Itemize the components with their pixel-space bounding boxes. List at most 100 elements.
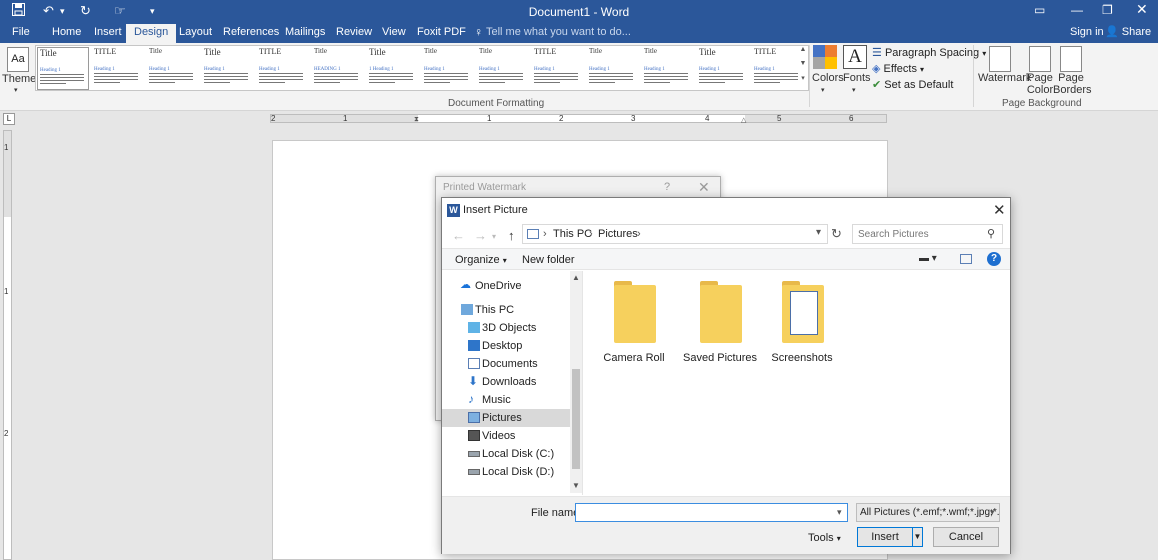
gallery-more-icon[interactable]: ▾ [797, 74, 809, 88]
cancel-button[interactable]: Cancel [933, 527, 999, 547]
style-set-thumbnail[interactable]: Title Heading 1 [202, 47, 254, 90]
nav-item-pictures[interactable]: Pictures [442, 409, 570, 427]
tab-selector[interactable]: L [3, 113, 15, 125]
nav-item-videos[interactable]: Videos [442, 427, 570, 445]
nav-item-3d-objects[interactable]: 3D Objects [442, 319, 570, 337]
style-set-thumbnail[interactable]: TITLE Heading 1 [532, 47, 584, 90]
close-icon[interactable]: ✕ [993, 201, 1006, 219]
tab-insert[interactable]: Insert [94, 26, 122, 38]
chevron-down-icon[interactable]: ▾ [837, 507, 842, 518]
navigation-scrollbar[interactable]: ▲ ▼ [570, 271, 582, 493]
nav-item-downloads[interactable]: ⬇ Downloads [442, 373, 570, 391]
colors-dropdown-icon[interactable]: ▾ [821, 86, 825, 94]
folder-saved-pictures[interactable]: Saved Pictures [678, 281, 762, 375]
scroll-down-icon[interactable]: ▼ [572, 481, 580, 490]
themes-dropdown-icon[interactable]: ▾ [14, 86, 18, 94]
insert-dropdown-icon[interactable]: ▼ [912, 528, 922, 546]
nav-item-music[interactable]: ♪ Music [442, 391, 570, 409]
tab-view[interactable]: View [382, 26, 406, 38]
file-type-select[interactable]: All Pictures (*.emf;*.wmf;*.jpg;*.j ▾ [856, 503, 1000, 522]
page-borders-button[interactable]: Page Borders [1053, 72, 1092, 96]
nav-item-local-disk-d[interactable]: Local Disk (D:) [442, 463, 570, 481]
fonts-button[interactable]: Fonts [843, 72, 871, 84]
tab-mailings[interactable]: Mailings [285, 26, 325, 38]
close-icon[interactable]: ✕ [698, 179, 710, 196]
style-set-thumbnail[interactable]: Title Heading 1 [422, 47, 474, 90]
nav-item-local-disk-c[interactable]: Local Disk (C:) [442, 445, 570, 463]
tell-me-box[interactable]: Tell me what you want to do... [486, 26, 631, 38]
nav-item-onedrive[interactable]: ☁ OneDrive [442, 277, 570, 295]
minimize-icon[interactable]: — [1071, 3, 1083, 17]
preview-pane-icon[interactable] [960, 254, 972, 264]
effects-button[interactable]: ◈ Effects ▾ [872, 62, 924, 75]
style-set-thumbnail[interactable]: Title Heading 1 [477, 47, 529, 90]
gallery-up-icon[interactable]: ▲ [797, 46, 809, 60]
nav-item-desktop[interactable]: Desktop [442, 337, 570, 355]
style-set-thumbnail[interactable]: Title 1 Heading 1 [367, 47, 419, 90]
tab-review[interactable]: Review [336, 26, 372, 38]
back-arrow-icon[interactable]: ← [452, 228, 465, 243]
fonts-dropdown-icon[interactable]: ▾ [852, 86, 856, 94]
style-set-thumbnail[interactable]: Title Heading 1 [37, 47, 89, 90]
folder-screenshots[interactable]: Screenshots [760, 281, 844, 375]
folder-camera-roll[interactable]: Camera Roll [592, 281, 676, 375]
set-as-default-button[interactable]: ✔ Set as Default [872, 78, 953, 91]
tab-foxit-pdf[interactable]: Foxit PDF [417, 26, 466, 38]
organize-button[interactable]: Organize ▾ [455, 254, 507, 266]
chevron-right-icon[interactable]: › [637, 228, 641, 240]
style-set-thumbnail[interactable]: TITLE Heading 1 [257, 47, 309, 90]
watermark-icon[interactable] [989, 46, 1011, 72]
share-button[interactable]: 👤 Share [1105, 25, 1151, 38]
insert-button[interactable]: Insert ▼ [857, 527, 923, 547]
tab-layout[interactable]: Layout [179, 26, 212, 38]
style-set-thumbnail[interactable]: Title Heading 1 [587, 47, 639, 90]
search-icon[interactable]: ⚲ [987, 227, 995, 240]
colors-button[interactable]: Colors [812, 72, 844, 84]
up-arrow-icon[interactable]: ↑ [508, 228, 515, 243]
change-view-icon[interactable]: ▬ ▾ [919, 253, 941, 265]
help-icon[interactable]: ? [664, 181, 670, 193]
style-set-thumbnail[interactable]: Title Heading 1 [697, 47, 749, 90]
recent-locations-icon[interactable]: ▾ [492, 232, 496, 241]
file-name-field[interactable] [575, 503, 848, 522]
right-indent-marker-icon[interactable]: △ [741, 116, 746, 124]
style-set-thumbnail[interactable]: Title Heading 1 [147, 47, 199, 90]
scroll-thumb[interactable] [572, 369, 580, 469]
colors-icon[interactable] [813, 45, 837, 69]
vertical-ruler[interactable]: 1 1 2 [3, 130, 12, 560]
ribbon-display-icon[interactable]: ▭ [1034, 3, 1045, 17]
chevron-down-icon[interactable]: ▾ [816, 227, 821, 238]
paragraph-spacing-button[interactable]: ☰ Paragraph Spacing ▾ [872, 46, 986, 59]
breadcrumb-this-pc[interactable]: This PC [553, 228, 592, 240]
help-icon[interactable]: ? [987, 252, 1001, 266]
tab-home[interactable]: Home [52, 26, 81, 38]
page-color-icon[interactable] [1029, 46, 1051, 72]
nav-item-documents[interactable]: Documents [442, 355, 570, 373]
new-folder-button[interactable]: New folder [522, 254, 575, 266]
tab-design[interactable]: Design [126, 24, 177, 43]
breadcrumb-pictures[interactable]: Pictures [598, 228, 638, 240]
fonts-icon[interactable]: A [843, 45, 867, 69]
nav-item-this-pc[interactable]: This PC [442, 301, 570, 319]
style-set-thumbnail[interactable]: Title Heading 1 [642, 47, 694, 90]
gallery-down-icon[interactable]: ▼ [797, 60, 809, 74]
horizontal-ruler[interactable]: 2 1 1 2 3 4 5 6 ⧗ △ [270, 114, 887, 124]
tools-button[interactable]: Tools ▾ [808, 532, 841, 544]
address-bar[interactable]: › This PC › Pictures › ▾ [522, 224, 828, 244]
tab-file[interactable]: File [12, 26, 30, 38]
chevron-right-icon[interactable]: › [589, 228, 593, 240]
page-borders-icon[interactable] [1060, 46, 1082, 72]
refresh-icon[interactable]: ↻ [831, 226, 842, 242]
tab-references[interactable]: References [223, 26, 279, 38]
maximize-icon[interactable]: ❐ [1102, 3, 1113, 17]
style-set-thumbnail[interactable]: TITLE Heading 1 [92, 47, 144, 90]
sign-in-link[interactable]: Sign in [1070, 26, 1104, 38]
chevron-right-icon[interactable]: › [543, 228, 547, 240]
style-set-thumbnail[interactable]: Title HEADING 1 [312, 47, 364, 90]
themes-icon[interactable]: Aa [7, 47, 29, 72]
scroll-up-icon[interactable]: ▲ [572, 273, 580, 282]
indent-marker-icon[interactable]: ⧗ [414, 116, 419, 124]
search-input[interactable]: Search Pictures ⚲ [852, 224, 1003, 244]
close-icon[interactable]: ✕ [1136, 1, 1148, 18]
gallery-scroll[interactable]: ▲ ▼ ▾ [797, 46, 809, 90]
